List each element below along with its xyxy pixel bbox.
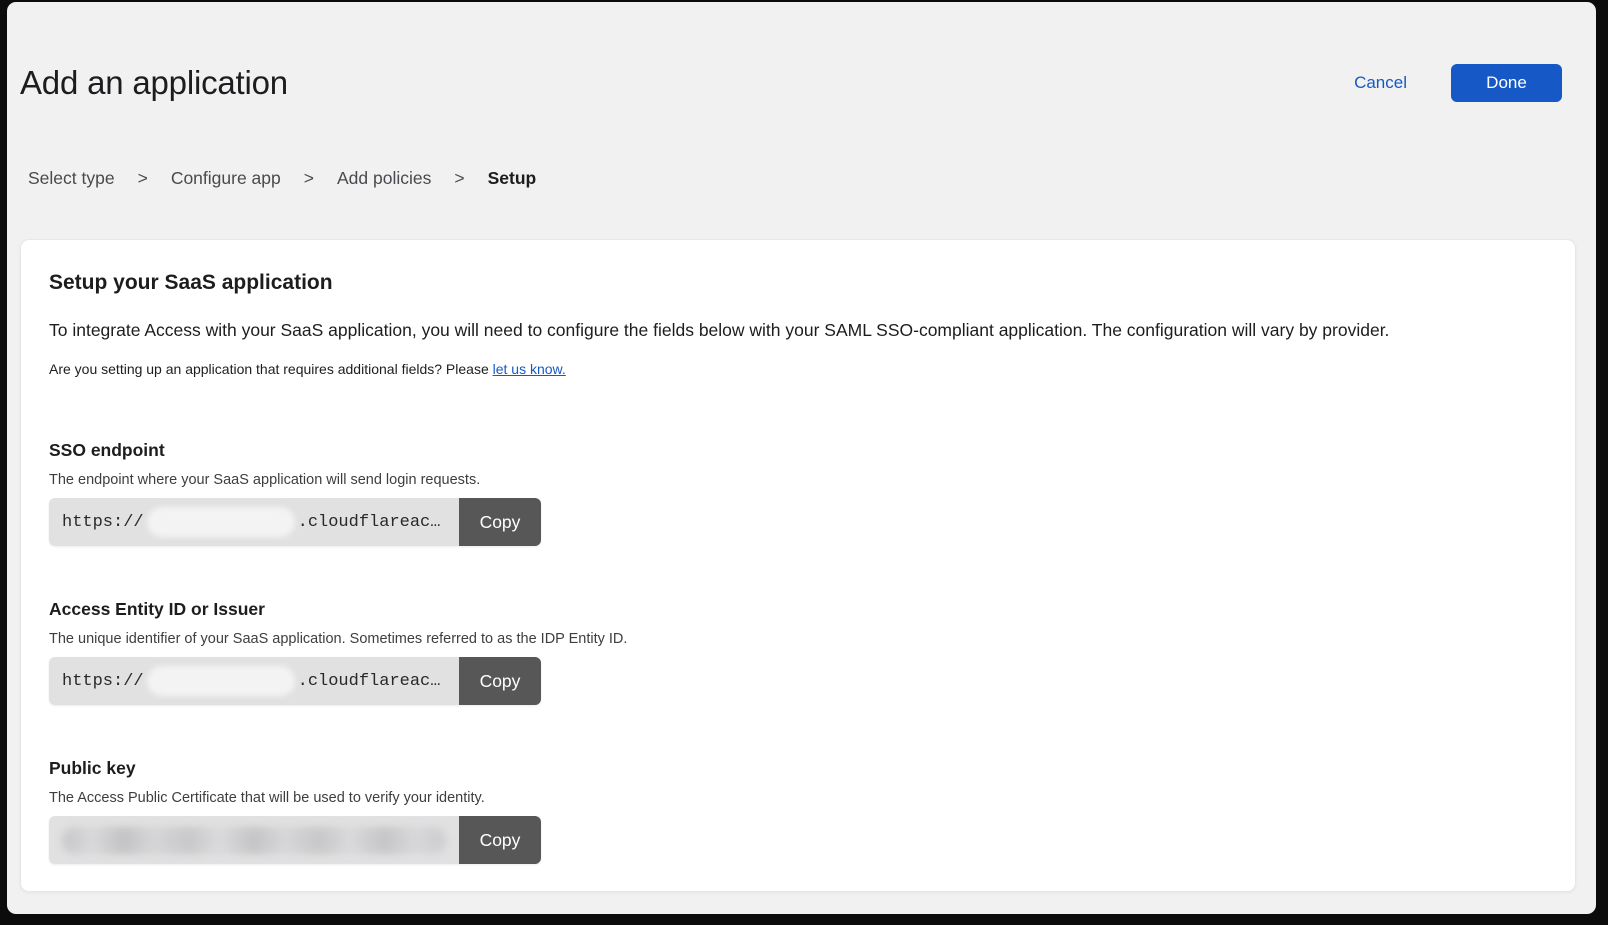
field-sso-endpoint: SSO endpoint The endpoint where your Saa… bbox=[49, 439, 1547, 546]
access-entity-id-copy-row: https:// .cloudflareac… Copy bbox=[49, 657, 541, 705]
sso-endpoint-copy-row: https:// .cloudflareac… Copy bbox=[49, 498, 541, 546]
page-title: Add an application bbox=[20, 64, 288, 102]
card-heading: Setup your SaaS application bbox=[49, 270, 1547, 295]
field-description: The Access Public Certificate that will … bbox=[49, 789, 1547, 807]
app-screen: Add an application Cancel Done Select ty… bbox=[7, 2, 1596, 914]
breadcrumb-separator: > bbox=[138, 168, 148, 189]
setup-card: Setup your SaaS application To integrate… bbox=[20, 239, 1576, 892]
breadcrumb-separator: > bbox=[304, 168, 314, 189]
cancel-button[interactable]: Cancel bbox=[1354, 73, 1407, 93]
sso-endpoint-copy-button[interactable]: Copy bbox=[459, 498, 541, 546]
breadcrumb-item-add-policies[interactable]: Add policies bbox=[337, 168, 431, 189]
value-suffix: .cloudflareac… bbox=[298, 513, 441, 532]
access-entity-id-copy-button[interactable]: Copy bbox=[459, 657, 541, 705]
breadcrumb-separator: > bbox=[454, 168, 464, 189]
field-label: Access Entity ID or Issuer bbox=[49, 598, 1547, 620]
field-label: SSO endpoint bbox=[49, 439, 1547, 461]
sso-endpoint-value: https:// .cloudflareac… bbox=[49, 498, 459, 546]
let-us-know-link[interactable]: let us know. bbox=[493, 361, 566, 377]
access-entity-id-value: https:// .cloudflareac… bbox=[49, 657, 459, 705]
public-key-copy-row: Copy bbox=[49, 816, 541, 864]
breadcrumb: Select type > Configure app > Add polici… bbox=[28, 168, 536, 189]
field-description: The unique identifier of your SaaS appli… bbox=[49, 630, 1547, 648]
card-intro-text: To integrate Access with your SaaS appli… bbox=[49, 319, 1547, 341]
field-description: The endpoint where your SaaS application… bbox=[49, 471, 1547, 489]
value-prefix: https:// bbox=[62, 513, 144, 532]
card-note: Are you setting up an application that r… bbox=[49, 361, 1547, 378]
done-button[interactable]: Done bbox=[1451, 64, 1562, 102]
note-text: Are you setting up an application that r… bbox=[49, 361, 493, 377]
field-public-key: Public key The Access Public Certificate… bbox=[49, 757, 1547, 864]
field-access-entity-id: Access Entity ID or Issuer The unique id… bbox=[49, 598, 1547, 705]
breadcrumb-item-setup: Setup bbox=[488, 168, 537, 189]
value-suffix: .cloudflareac… bbox=[298, 672, 441, 691]
public-key-value bbox=[49, 816, 459, 864]
breadcrumb-item-select-type[interactable]: Select type bbox=[28, 168, 115, 189]
public-key-copy-button[interactable]: Copy bbox=[459, 816, 541, 864]
redacted-value-blur bbox=[147, 507, 295, 537]
value-prefix: https:// bbox=[62, 672, 144, 691]
field-label: Public key bbox=[49, 757, 1547, 779]
header-actions: Cancel Done bbox=[1354, 63, 1562, 103]
redacted-value-blur bbox=[62, 827, 446, 854]
redacted-value-blur bbox=[147, 666, 295, 696]
breadcrumb-item-configure-app[interactable]: Configure app bbox=[171, 168, 281, 189]
